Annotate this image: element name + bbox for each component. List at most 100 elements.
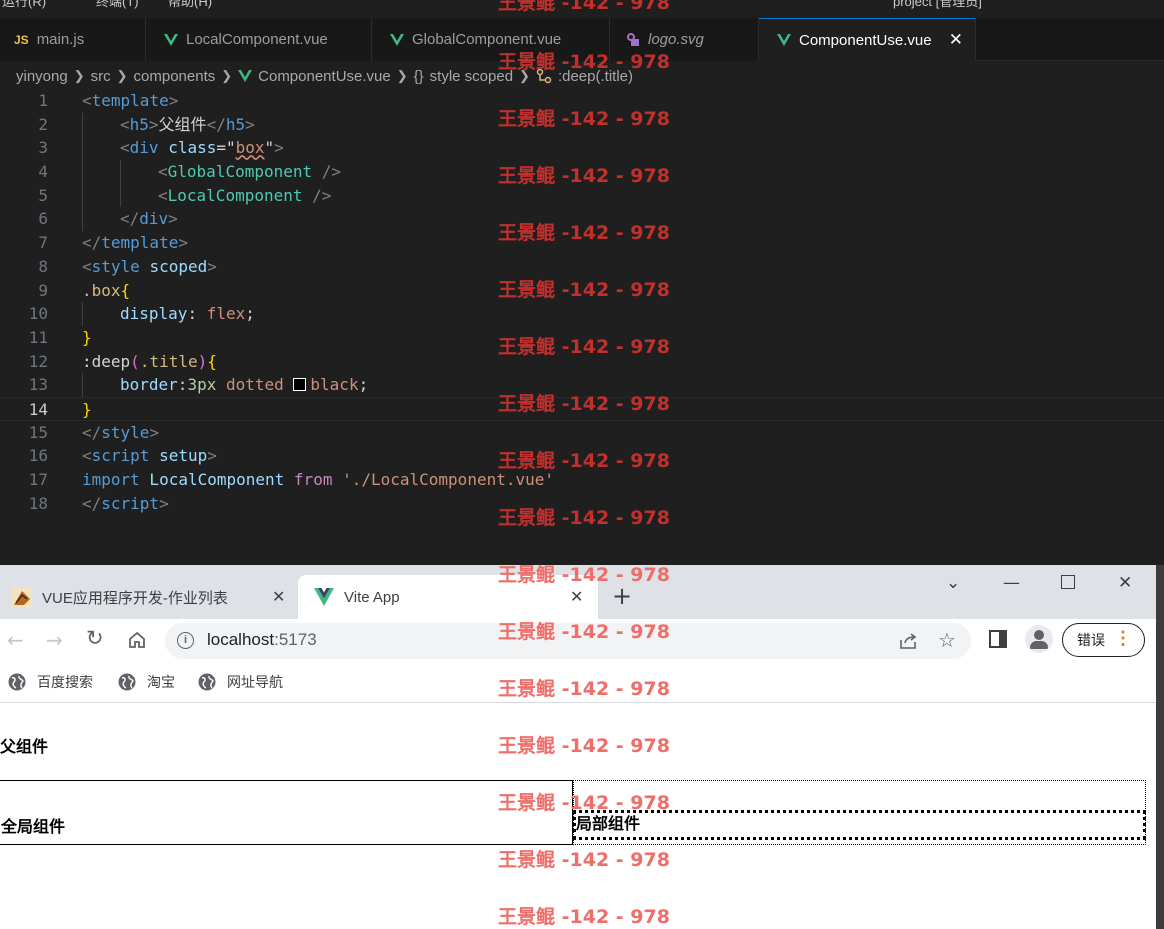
page-content: 父组件 全局组件 局部组件 — [0, 703, 1156, 929]
chevron-right-icon: ❯ — [221, 68, 233, 83]
code-token: 父组件 — [158, 114, 207, 134]
browser-tab-homework[interactable]: VUE应用程序开发-作业列表 ✕ — [0, 575, 298, 619]
side-panel-icon[interactable] — [989, 630, 1007, 648]
breadcrumb-item[interactable]: :deep(.title) — [558, 68, 633, 85]
code-token: dotted — [216, 375, 294, 395]
breadcrumb-item[interactable]: components — [134, 68, 216, 85]
code-token: display — [120, 304, 188, 324]
forward-arrow-icon[interactable]: → — [46, 628, 63, 652]
close-window-icon[interactable]: ✕ — [1118, 573, 1132, 593]
code-token: } — [82, 399, 92, 419]
code-token: LocalComponent — [167, 185, 303, 205]
code-token: class — [168, 138, 217, 158]
chevron-right-icon: ❯ — [519, 68, 530, 83]
share-icon[interactable] — [899, 632, 919, 650]
new-tab-button[interactable]: + — [612, 582, 632, 610]
code-token: </ — [120, 209, 140, 229]
code-line: 12:deep(.title){ — [0, 350, 1164, 374]
error-button[interactable]: 错误 ⋮ — [1062, 623, 1145, 657]
code-area[interactable]: 1 <template> 2 <h5>父组件</h5> 3 <div class="b… — [0, 89, 1164, 515]
parent-heading: 父组件 — [0, 737, 49, 756]
code-line: 9 .box{ — [0, 279, 1164, 303]
url-port: :5173 — [274, 630, 317, 649]
code-token: } — [82, 327, 92, 347]
editor-tab-bar: JS main.js LocalComponent.vue GlobalComp… — [0, 18, 1164, 61]
vue-file-icon — [390, 33, 404, 46]
code-token: div — [129, 138, 159, 158]
code-token: ; — [245, 304, 255, 324]
code-token: script — [91, 446, 150, 466]
browser-tab-strip: VUE应用程序开发-作业列表 ✕ Vite App ✕ + ⌄ — ✕ — [0, 565, 1156, 619]
site-favicon-icon — [12, 587, 32, 607]
home-icon[interactable] — [127, 630, 147, 650]
tab-label: ComponentUse.vue — [799, 31, 932, 49]
close-tab-icon[interactable]: ✕ — [949, 30, 963, 50]
line-number: 13 — [28, 375, 48, 395]
code-line: 8 <style scoped> — [0, 255, 1164, 279]
global-component-box: 全局组件 — [0, 780, 573, 845]
code-token: > — [245, 114, 255, 134]
bookmark-star-icon[interactable]: ☆ — [938, 628, 956, 652]
minimize-icon[interactable]: — — [1003, 573, 1020, 593]
breadcrumb-item[interactable]: style scoped — [430, 68, 513, 85]
tab-global-component[interactable]: GlobalComponent.vue — [372, 18, 610, 61]
code-token: style — [91, 256, 140, 276]
code-token: './LocalComponent.vue' — [332, 470, 555, 489]
maximize-icon[interactable] — [1061, 575, 1075, 589]
code-editor-window: 运行(R) 终端(T) 帮助(H) project [管理员] JS main.… — [0, 0, 1164, 565]
breadcrumb-item[interactable]: src — [91, 68, 111, 85]
code-token: import — [82, 470, 140, 489]
close-tab-icon[interactable]: ✕ — [272, 587, 285, 607]
color-swatch-icon[interactable] — [293, 378, 307, 392]
vue-file-icon — [777, 34, 791, 46]
breadcrumb-item[interactable]: ComponentUse.vue — [258, 68, 391, 85]
code-line: 3 <div class="box"> — [0, 136, 1164, 160]
code-token: template — [91, 91, 169, 110]
browser-toolbar: ← → ↻ i localhost:5173 ☆ 错误 ⋮ — [0, 619, 1156, 663]
breadcrumb-item[interactable]: yinyong — [16, 68, 68, 85]
code-token: < — [82, 446, 92, 466]
code-line: 11} — [0, 326, 1164, 350]
bookmark-baidu[interactable]: 百度搜索 — [8, 672, 93, 692]
code-token: > — [168, 91, 179, 110]
close-tab-icon[interactable]: ✕ — [570, 587, 583, 607]
bookmark-taobao[interactable]: 淘宝 — [118, 672, 175, 692]
line-number: 10 — [28, 304, 48, 324]
menu-run[interactable]: 运行(R) — [2, 0, 46, 10]
code-token: .title — [139, 351, 198, 371]
code-token: > — [207, 256, 217, 276]
chevron-right-icon: ❯ — [73, 68, 85, 83]
address-bar[interactable]: i localhost:5173 ☆ — [165, 623, 971, 659]
code-line: 7 </template> — [0, 231, 1164, 255]
code-token: < — [158, 185, 168, 205]
browser-tab-vite-app[interactable]: Vite App ✕ — [298, 575, 598, 619]
profile-avatar-icon[interactable] — [1025, 625, 1053, 653]
back-arrow-icon[interactable]: ← — [7, 628, 24, 652]
line-number: 15 — [28, 422, 48, 442]
code-line: 2 <h5>父组件</h5> — [0, 113, 1164, 137]
tab-local-component[interactable]: LocalComponent.vue — [146, 18, 372, 61]
tab-logo-svg[interactable]: logo.svg — [610, 18, 759, 61]
line-number: 6 — [38, 209, 48, 229]
line-number: 17 — [28, 470, 48, 489]
line-number: 3 — [38, 138, 48, 158]
code-token: > — [178, 233, 188, 253]
code-token: ( — [130, 351, 140, 371]
reload-icon[interactable]: ↻ — [86, 626, 104, 650]
svg-file-icon — [627, 32, 639, 46]
line-number: 4 — [38, 162, 48, 182]
menu-terminal[interactable]: 终端(T) — [96, 0, 139, 10]
tab-component-use[interactable]: ComponentUse.vue ✕ — [759, 18, 976, 61]
code-token: black — [310, 375, 359, 395]
chevron-right-icon: ❯ — [116, 68, 128, 83]
tab-search-icon[interactable]: ⌄ — [946, 573, 960, 593]
menu-help[interactable]: 帮助(H) — [168, 0, 212, 10]
more-menu-icon[interactable]: ⋮ — [1114, 628, 1132, 649]
line-number: 12 — [28, 351, 48, 371]
code-token: </ — [82, 493, 102, 513]
tab-main-js[interactable]: JS main.js — [0, 18, 146, 61]
site-info-icon[interactable]: i — [177, 632, 194, 649]
bookmark-nav[interactable]: 网址导航 — [198, 672, 283, 692]
selector-symbol-icon — [536, 68, 552, 84]
bookmark-label: 百度搜索 — [37, 674, 93, 690]
